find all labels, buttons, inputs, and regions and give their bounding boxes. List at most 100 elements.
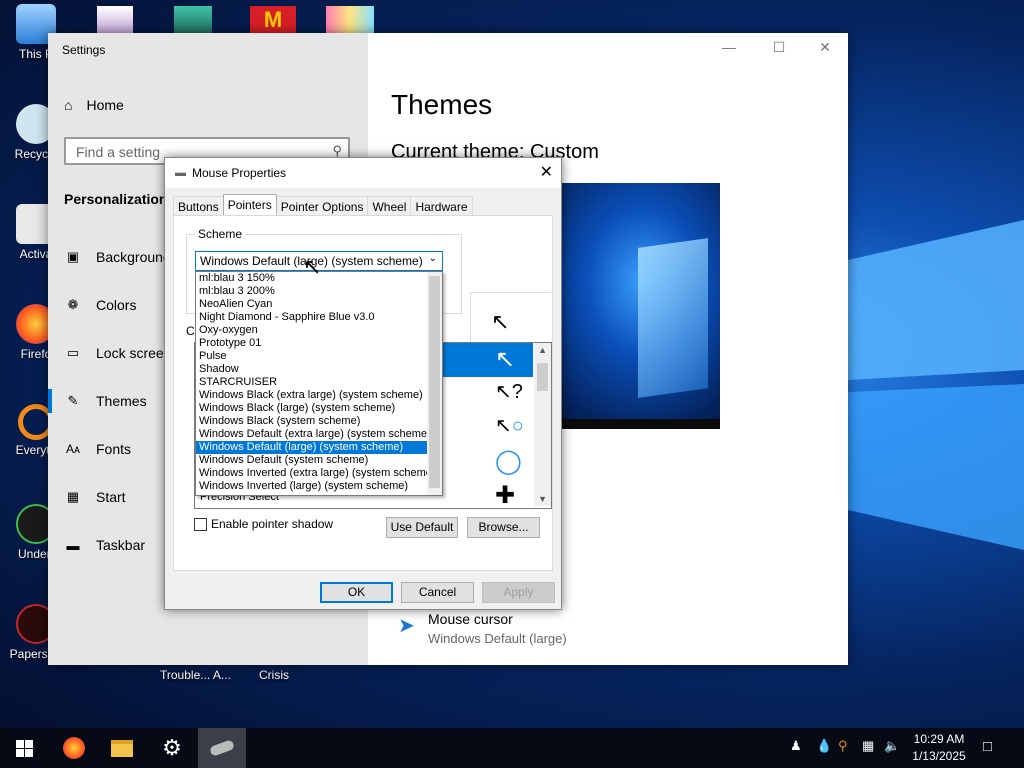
clock-time: 10:29 AM [913, 732, 965, 746]
working-cursor-icon: ↖○ [495, 415, 524, 437]
browse-button[interactable]: Browse... [467, 517, 540, 538]
cursor-preview-icon: ↖ [491, 309, 510, 334]
scrollbar-thumb[interactable] [537, 363, 548, 391]
checkbox-box[interactable] [194, 517, 207, 531]
settings-gear-icon: ⚙ [162, 735, 182, 760]
scheme-label: Scheme [195, 227, 246, 241]
dropdown-option[interactable]: Windows Inverted (large) (system scheme) [196, 480, 442, 493]
sidebar-item-label: Lock screen [96, 345, 172, 361]
windows-start-icon [15, 739, 33, 757]
dropdown-option[interactable]: Windows Default (extra large) (system sc… [196, 428, 442, 441]
volume-muted-icon[interactable]: 🔈 [884, 738, 900, 754]
notifications-icon[interactable]: □ [983, 738, 992, 755]
dropdown-option[interactable]: Windows Default (large) (system scheme) [196, 441, 442, 454]
desktop-icon-top-2[interactable] [174, 6, 212, 34]
dropdown-option[interactable]: ml:blau 3 200% [196, 285, 442, 298]
dropdown-scrollbar[interactable] [427, 272, 442, 495]
home-label: Home [86, 97, 124, 113]
chevron-down-icon: ⌄ [428, 253, 437, 264]
arrow-cursor-icon: ↖ [495, 346, 516, 373]
desktop-icon-top-1[interactable] [97, 6, 133, 34]
taskbar-mouse-properties[interactable] [198, 728, 246, 768]
ok-button[interactable]: OK [320, 582, 393, 603]
image-icon: ▣ [66, 249, 80, 264]
palette-icon: ❁ [67, 297, 79, 312]
clock-date: 1/13/2025 [912, 749, 966, 763]
sidebar-item-label: Start [96, 489, 126, 505]
taskbar-file-explorer[interactable] [98, 728, 146, 768]
dropdown-option[interactable]: Windows Inverted (extra large) (system s… [196, 467, 442, 480]
scroll-up-icon[interactable]: ▲ [538, 345, 547, 355]
crosshair-cursor-icon: ✚ [495, 482, 516, 509]
dropdown-option[interactable]: Pulse [196, 350, 442, 363]
dropbox-icon[interactable]: 💧 [816, 738, 832, 754]
window-title: Settings [62, 43, 106, 57]
people-icon[interactable]: ♟ [790, 738, 802, 754]
search-placeholder: Find a setting [76, 144, 161, 160]
enable-shadow-checkbox[interactable]: Enable pointer shadow [194, 517, 333, 531]
search-app-tray-icon[interactable]: ⚲ [838, 738, 848, 754]
dropdown-option[interactable]: Night Diamond - Sapphire Blue v3.0 [196, 311, 442, 324]
scheme-dropdown-list[interactable]: ml:blau 3 150% ml:blau 3 200% NeoAlien Cya… [195, 271, 443, 496]
lock-screen-icon: ▭ [66, 345, 80, 360]
sidebar-item-label: Themes [96, 393, 147, 409]
start-button[interactable] [0, 728, 48, 768]
apply-button[interactable]: Apply [482, 582, 555, 603]
start-icon: ▦ [66, 489, 80, 504]
taskbar: ⚙ ♟ 💧 ⚲ ▦ 🔈 10:29 AM 1/13/2025 □ [0, 728, 1024, 768]
mouse-cursor-value: Windows Default (large) [428, 631, 567, 646]
home-button[interactable]: ⌂ Home [64, 97, 124, 113]
sidebar-item-label: Taskbar [96, 537, 146, 553]
sidebar-item-label: Background [96, 249, 171, 265]
dropdown-option[interactable]: Windows Default (system scheme) [196, 454, 442, 467]
mouse-pointer-icon: ↖ [303, 254, 322, 279]
dropdown-option[interactable]: NeoAlien Cyan [196, 298, 442, 311]
taskbar-icon: ▬ [66, 537, 80, 553]
home-icon: ⌂ [64, 97, 73, 113]
close-button[interactable]: ✕ [810, 39, 840, 59]
section-heading: Personalization [64, 191, 168, 207]
dropdown-option[interactable]: Windows Black (system scheme) [196, 415, 442, 428]
dialog-titlebar[interactable]: ▬ Mouse Properties [165, 158, 561, 188]
dropdown-items: ml:blau 3 150% ml:blau 3 200% NeoAlien Cya… [196, 272, 442, 493]
dropdown-option[interactable]: STARCRUISER [196, 376, 442, 389]
taskbar-settings[interactable]: ⚙ [148, 728, 196, 768]
themes-icon: ✎ [67, 393, 79, 408]
preview-logo [638, 238, 708, 398]
dropdown-option[interactable]: Oxy-oxygen [196, 324, 442, 337]
wallpaper-windows-logo [848, 220, 1024, 550]
dropdown-option[interactable]: Prototype 01 [196, 337, 442, 350]
sidebar-item-label: Colors [96, 297, 137, 313]
dropdown-option[interactable]: Windows Black (extra large) (system sche… [196, 389, 442, 402]
desktop-icon-label[interactable]: Trouble... A... [160, 668, 231, 682]
use-default-button[interactable]: Use Default [386, 517, 458, 538]
dropdown-option[interactable]: Windows Black (large) (system scheme) [196, 402, 442, 415]
network-icon[interactable]: ▦ [862, 738, 874, 754]
mouse-icon: ▬ [175, 167, 186, 179]
list-scrollbar[interactable]: ▲ ▼ [534, 343, 551, 506]
desktop-icon-label: Firefo [20, 347, 52, 361]
minimize-button[interactable]: — [714, 39, 744, 59]
maximize-button[interactable]: ☐ [764, 39, 794, 59]
mouse-cursor-link[interactable]: Mouse cursor [428, 611, 513, 627]
mouse-properties-dialog: ▬ Mouse Properties ✕ Buttons Pointers Po… [164, 157, 562, 610]
dropdown-option[interactable]: Shadow [196, 363, 442, 376]
desktop-icon-label[interactable]: Crisis [259, 668, 289, 682]
tab-pointers[interactable]: Pointers [222, 194, 277, 217]
clock[interactable]: 10:29 AM 1/13/2025 [905, 731, 973, 765]
desktop-icon-top-4[interactable] [326, 6, 374, 34]
page-title: Themes [391, 89, 493, 120]
help-cursor-icon: ↖? [495, 381, 523, 403]
fonts-icon: Aᴀ [66, 442, 80, 456]
taskbar-firefox[interactable] [50, 728, 98, 768]
mouse-properties-icon [209, 739, 235, 757]
busy-cursor-icon: ◯ [495, 448, 522, 475]
scroll-down-icon[interactable]: ▼ [538, 494, 547, 504]
desktop-icon-top-3[interactable]: M [250, 6, 296, 34]
close-button[interactable]: ✕ [540, 162, 553, 182]
cancel-button[interactable]: Cancel [401, 582, 474, 603]
scrollbar-thumb[interactable] [429, 276, 440, 488]
mouse-cursor-icon: ➤ [398, 615, 415, 637]
sidebar-item-label: Fonts [96, 441, 132, 457]
checkbox-label: Enable pointer shadow [211, 517, 334, 531]
